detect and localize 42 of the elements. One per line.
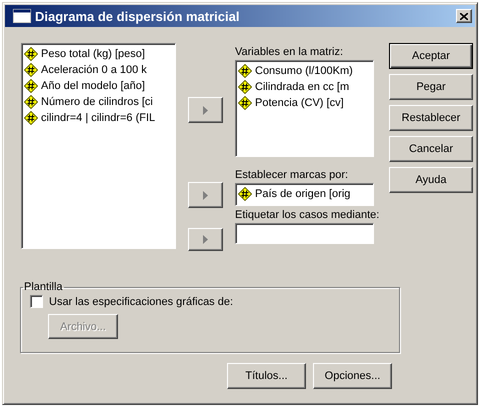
variable-name[interactable]: Potencia (CV) [cv]: [255, 97, 344, 109]
dialog-button[interactable]: Aceptar: [389, 43, 473, 69]
group-title: Plantilla: [23, 281, 64, 293]
variable-name[interactable]: Año del modelo [año]: [41, 80, 145, 92]
markers-field[interactable]: País de origen [orig: [235, 183, 374, 206]
variable-list[interactable]: Peso total (kg) [peso] Aceleración 0 a 100 k Año del modelo [año] Número de cilindros [ci cilindr=4 | cilindr=6 (FIL: [21, 43, 176, 249]
dialog-button[interactable]: Opciones...: [313, 363, 392, 389]
case-label-field[interactable]: [235, 223, 374, 244]
variable-icon: [238, 80, 252, 94]
close-icon: [460, 12, 468, 20]
variable-icon: [24, 63, 38, 77]
variable-name[interactable]: Consumo (l/100Km): [255, 65, 353, 77]
triangle-icon: [203, 235, 208, 244]
case-label: Etiquetar los casos mediante:: [235, 208, 380, 222]
variable-name[interactable]: Número de cilindros [ci: [41, 96, 153, 108]
variable-icon: [24, 95, 38, 109]
checkbox-label[interactable]: Usar las especificaciones gráficas de:: [49, 296, 234, 308]
matrix-label: Variables en la matriz:: [235, 45, 344, 59]
triangle-icon: [203, 106, 208, 114]
matrix-list[interactable]: Consumo (l/100Km) Cilindrada en cc [m Potencia (CV) [cv]: [235, 60, 374, 157]
markers-label: Establecer marcas por:: [235, 168, 348, 182]
checkbox[interactable]: [30, 295, 43, 308]
variable-icon: [24, 111, 38, 125]
variable-icon: [238, 64, 252, 78]
variable-name[interactable]: Aceleración 0 a 100 k: [41, 64, 147, 76]
dialog-button[interactable]: Ayuda: [389, 167, 473, 193]
variable-name[interactable]: Peso total (kg) [peso]: [41, 48, 145, 60]
triangle-icon: [203, 190, 208, 200]
variable-icon: [238, 96, 252, 110]
variable-name[interactable]: cilindr=4 | cilindr=6 (FIL: [41, 112, 156, 124]
dialog-button[interactable]: Pegar: [389, 74, 473, 100]
dialog-button[interactable]: Títulos...: [227, 363, 306, 389]
window-icon: [13, 9, 31, 23]
variable-icon: [238, 187, 252, 201]
variable-icon: [24, 79, 38, 93]
close-button[interactable]: [456, 9, 472, 23]
variable-name[interactable]: Cilindrada en cc [m: [255, 81, 350, 93]
window-title: Diagrama de dispersión matricial: [35, 8, 240, 24]
variable-icon: [24, 47, 38, 61]
variable-name[interactable]: País de origen [orig: [255, 188, 350, 200]
dialog-button[interactable]: Cancelar: [389, 136, 473, 162]
dialog-button[interactable]: Restablecer: [389, 105, 473, 131]
